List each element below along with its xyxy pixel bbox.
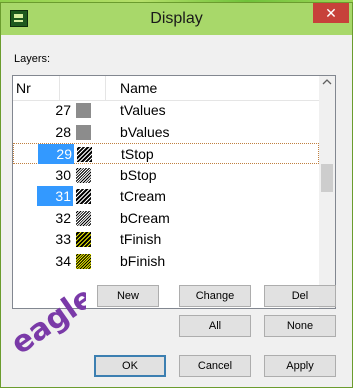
scroll-thumb[interactable]: [321, 164, 333, 192]
list-item[interactable]: 28 bValues: [13, 122, 319, 143]
layer-color-swatch: [76, 210, 91, 226]
column-divider[interactable]: [105, 76, 106, 100]
layer-number: 28: [55, 123, 71, 140]
list-item[interactable]: 27 tValues: [13, 100, 319, 121]
list-item[interactable]: 32 bCream: [13, 208, 319, 229]
layer-name: bFinish: [120, 252, 166, 269]
layer-color-swatch: [76, 189, 91, 204]
eagle-logo: eagle: [5, 280, 86, 352]
layer-number: 27: [55, 102, 71, 118]
vertical-scrollbar[interactable]: [319, 76, 335, 308]
layer-color-swatch: [76, 232, 91, 247]
close-button[interactable]: ✕: [313, 3, 349, 23]
layer-number: 31: [37, 186, 73, 206]
list-item[interactable]: 33 tFinish: [13, 229, 319, 250]
window-title: Display: [150, 10, 203, 27]
layers-label: Layers:: [14, 53, 51, 65]
list-item[interactable]: 30 bStop: [13, 165, 319, 186]
logo-text: eagle: [5, 280, 86, 352]
layer-color-swatch: [76, 103, 91, 118]
layer-number: 33: [55, 231, 71, 247]
layer-number: 32: [55, 209, 71, 226]
close-icon: ✕: [325, 5, 337, 21]
ok-button[interactable]: OK: [94, 355, 166, 377]
list-item[interactable]: 31 tCream: [13, 186, 319, 207]
column-divider[interactable]: [59, 76, 60, 100]
layer-name: tStop: [121, 146, 154, 162]
layer-name: tFinish: [120, 231, 162, 247]
apply-button[interactable]: Apply: [264, 355, 336, 377]
layer-number: 29: [38, 144, 74, 164]
layer-name: tValues: [120, 102, 166, 118]
title-bar[interactable]: Display ✕: [1, 3, 352, 35]
layer-name: bValues: [120, 123, 170, 140]
layer-name: bStop: [120, 166, 157, 183]
chevron-up-icon[interactable]: [319, 78, 335, 96]
column-header-name[interactable]: Name: [120, 80, 157, 96]
layer-name: tCream: [120, 188, 166, 204]
cancel-button[interactable]: Cancel: [179, 355, 251, 377]
layer-color-swatch: [76, 124, 91, 140]
layer-number: 30: [55, 166, 71, 183]
layer-color-swatch: [77, 147, 92, 162]
layer-name: bCream: [120, 209, 170, 226]
none-button[interactable]: None: [264, 315, 336, 337]
new-button[interactable]: New: [97, 285, 159, 307]
list-item[interactable]: 29 tStop: [13, 143, 319, 164]
del-button[interactable]: Del: [264, 285, 336, 307]
column-header-nr[interactable]: Nr: [16, 80, 31, 96]
layer-color-swatch: [76, 167, 91, 183]
list-header: Nr Name: [13, 76, 335, 101]
all-button[interactable]: All: [179, 315, 251, 337]
change-button[interactable]: Change: [179, 285, 251, 307]
